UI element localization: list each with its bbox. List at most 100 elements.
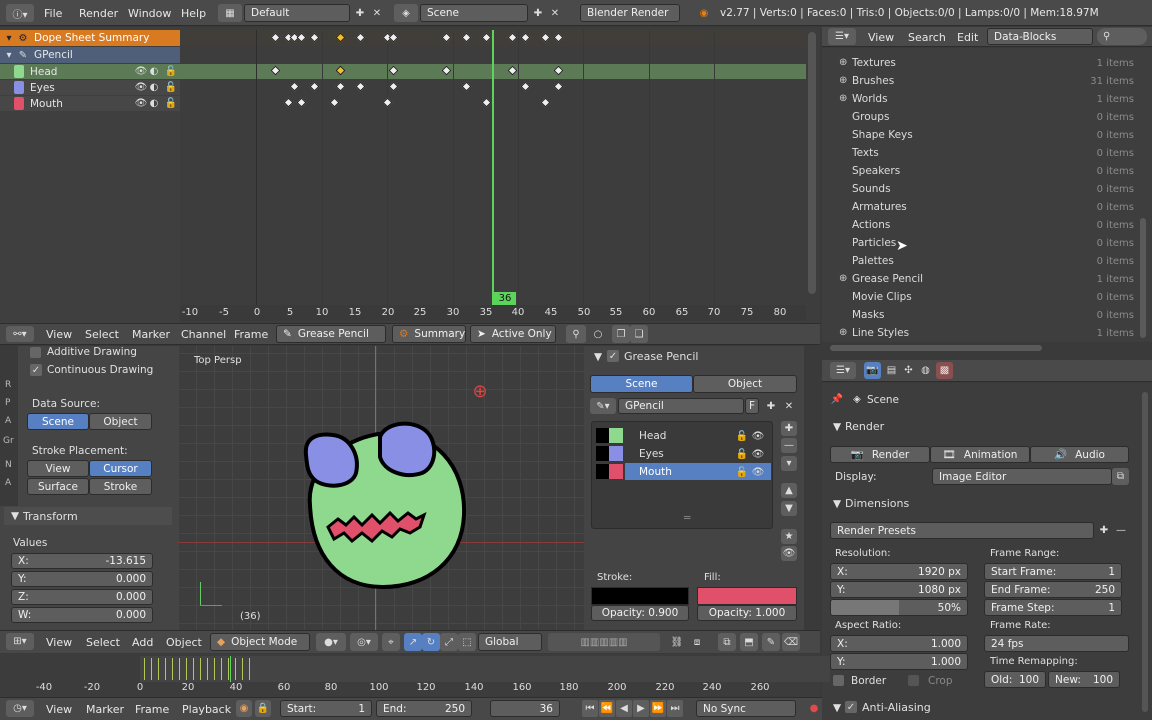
pin-icon[interactable]: 📌 bbox=[830, 392, 844, 406]
onion-skin-icon[interactable]: ◐ bbox=[149, 81, 159, 94]
ds-menu-frame[interactable]: Frame bbox=[234, 328, 268, 341]
gp-fill-color[interactable] bbox=[697, 587, 797, 605]
gp-stroke-color[interactable] bbox=[591, 587, 689, 605]
add-layout-icon[interactable]: ✚ bbox=[353, 5, 367, 21]
lock-icon[interactable]: 🔓 bbox=[165, 65, 177, 78]
ds-menu-marker[interactable]: Marker bbox=[132, 328, 170, 341]
object-mode-select[interactable]: ◆ Object Mode bbox=[210, 633, 310, 651]
sync-mode-select[interactable]: No Sync bbox=[696, 700, 796, 717]
outliner-item[interactable]: Groups 0 items bbox=[822, 110, 1140, 128]
shelf-tab[interactable]: R bbox=[5, 380, 11, 390]
expand-plus-icon[interactable]: ⊕ bbox=[839, 75, 847, 86]
remove-layout-icon[interactable]: ✕ bbox=[370, 5, 384, 21]
remove-scene-icon[interactable]: ✕ bbox=[548, 5, 562, 21]
render-presets-select[interactable]: Render Presets bbox=[830, 522, 1094, 539]
antialias-checkbox[interactable]: ✓ bbox=[845, 701, 857, 713]
translate-icon[interactable]: ↗ bbox=[404, 633, 422, 651]
prop-tab-texture-icon[interactable]: ▩ bbox=[936, 362, 953, 379]
outliner-item[interactable]: ⊕ Line Styles 1 items bbox=[822, 326, 1140, 344]
gp-layer-fill-swatch[interactable] bbox=[609, 464, 623, 479]
prop-tab-world-icon[interactable]: ◍ bbox=[917, 362, 934, 379]
ds-active-only-toggle[interactable]: ➤ Active Only bbox=[470, 325, 556, 343]
snap-icon[interactable]: ⬚ bbox=[458, 633, 476, 651]
orientation-select[interactable]: Global bbox=[478, 633, 542, 651]
manipulator-icon[interactable]: ⌖ bbox=[382, 633, 400, 651]
jump-prev-key-icon[interactable]: ⏪ bbox=[599, 700, 615, 717]
gp-layer-specials-icon[interactable]: ▾ bbox=[781, 456, 797, 471]
add-scene-icon[interactable]: ✚ bbox=[531, 5, 545, 21]
visibility-eye-icon[interactable]: 👁 bbox=[135, 81, 148, 94]
scene-select[interactable]: Scene bbox=[420, 4, 528, 22]
shelf-tab[interactable]: A bbox=[5, 478, 11, 488]
search-icon[interactable]: ⚲ bbox=[566, 325, 586, 343]
jump-end-icon[interactable]: ⏭ bbox=[667, 700, 683, 717]
timeline-editor-icon[interactable]: ◷▾ bbox=[6, 700, 34, 717]
gp-layer-lock-icon[interactable]: 🔓 bbox=[736, 429, 748, 443]
gp-fill-opacity[interactable]: Opacity: 1.000 bbox=[697, 605, 797, 621]
scale-icon[interactable]: ⤢ bbox=[440, 633, 458, 651]
gp-layer-add-icon[interactable]: ✚ bbox=[781, 421, 797, 436]
paste-keys-icon[interactable]: ❏ bbox=[630, 325, 648, 343]
gp-layer-stroke-swatch[interactable] bbox=[596, 464, 609, 479]
placement-view-button[interactable]: View bbox=[27, 460, 89, 477]
shading-icon[interactable]: ●▾ bbox=[316, 633, 346, 651]
visibility-eye-icon[interactable]: 👁 bbox=[135, 65, 148, 78]
gp-list-grip-icon[interactable]: ═ bbox=[684, 512, 690, 524]
layers-grid-icon[interactable]: ▥▥▥▥▥ bbox=[548, 633, 660, 651]
vp-menu-add[interactable]: Add bbox=[132, 636, 153, 649]
gp-stroke-opacity[interactable]: Opacity: 0.900 bbox=[591, 605, 689, 621]
outliner-item[interactable]: ⊕ Textures 1 items bbox=[822, 56, 1140, 74]
audio-button[interactable]: 🔊 Audio bbox=[1030, 446, 1129, 463]
frame-step-field[interactable]: Frame Step: 1 bbox=[984, 599, 1122, 616]
prop-tab-render-icon[interactable]: 📷 bbox=[864, 362, 881, 379]
gp-layer-isolate-icon[interactable]: ★ bbox=[781, 529, 797, 544]
time-remap-new-field[interactable]: New: 100 bbox=[1048, 671, 1120, 688]
viewport-editor-icon[interactable]: ⊞▾ bbox=[6, 633, 34, 650]
value-x-field[interactable]: X: -13.615 bbox=[11, 553, 153, 569]
preview-range-lock-icon[interactable]: 🔒 bbox=[255, 700, 271, 717]
outliner-item[interactable]: Masks 0 items bbox=[822, 308, 1140, 326]
outliner-item[interactable]: Actions 0 items bbox=[822, 218, 1140, 236]
end-frame-field[interactable]: End Frame: 250 bbox=[984, 581, 1122, 598]
expand-plus-icon[interactable]: ⊕ bbox=[839, 273, 847, 284]
vp-menu-view[interactable]: View bbox=[46, 636, 72, 649]
render-still-icon[interactable]: ⧉ bbox=[718, 633, 736, 651]
menu-window[interactable]: Window bbox=[128, 7, 171, 20]
tl-menu-frame[interactable]: Frame bbox=[135, 703, 169, 716]
properties-scrollbar[interactable] bbox=[1142, 392, 1148, 712]
gp-layer-move-down-icon[interactable]: ▼ bbox=[781, 501, 797, 516]
outliner-item[interactable]: Texts 0 items bbox=[822, 146, 1140, 164]
gp-layer-lock-icon[interactable]: 🔓 bbox=[736, 465, 748, 479]
ds-menu-view[interactable]: View bbox=[46, 328, 72, 341]
scene-icon[interactable]: ◈ bbox=[394, 4, 418, 22]
gp-remove-icon[interactable]: ✕ bbox=[782, 398, 796, 414]
play-icon[interactable]: ▶ bbox=[633, 700, 649, 717]
display-options-icon[interactable]: ⧉ bbox=[1112, 468, 1129, 485]
jump-start-icon[interactable]: ⏮ bbox=[582, 700, 598, 717]
outliner-item[interactable]: Particles 0 items bbox=[822, 236, 1140, 254]
tl-menu-view[interactable]: View bbox=[46, 703, 72, 716]
animation-button[interactable]: 🎞 Animation bbox=[930, 446, 1030, 463]
gp-layer-stroke-swatch[interactable] bbox=[596, 428, 609, 443]
data-source-object-button[interactable]: Object bbox=[89, 413, 152, 430]
gp-panel-toggle-icon[interactable]: ▼ bbox=[594, 351, 602, 363]
gp-datablock-icon[interactable]: ✎▾ bbox=[590, 398, 616, 414]
display-select[interactable]: Image Editor bbox=[932, 468, 1112, 485]
ds-menu-select[interactable]: Select bbox=[85, 328, 119, 341]
prop-tab-layers-icon[interactable]: ▤ bbox=[883, 362, 900, 379]
menu-help[interactable]: Help bbox=[181, 7, 206, 20]
info-editor-icon[interactable]: ⓘ▾ bbox=[6, 4, 34, 22]
render-panel-toggle-icon[interactable]: ▼ bbox=[833, 421, 841, 433]
outliner-item[interactable]: Sounds 0 items bbox=[822, 182, 1140, 200]
current-frame-line[interactable] bbox=[492, 30, 494, 306]
crop-checkbox[interactable] bbox=[908, 675, 919, 686]
properties-editor-icon[interactable]: ☰▾ bbox=[830, 362, 856, 379]
dopesheet-scrollbar[interactable] bbox=[808, 32, 816, 294]
time-remap-old-field[interactable]: Old: 100 bbox=[984, 671, 1046, 688]
outliner-item[interactable]: Speakers 0 items bbox=[822, 164, 1140, 182]
gp-layer-name-eyes[interactable]: Eyes bbox=[639, 448, 664, 460]
gp-layer-eye-icon[interactable]: 👁 bbox=[752, 429, 765, 443]
menu-render[interactable]: Render bbox=[79, 7, 118, 20]
outliner-menu-view[interactable]: View bbox=[868, 31, 894, 44]
expand-plus-icon[interactable]: ⊕ bbox=[839, 327, 847, 338]
